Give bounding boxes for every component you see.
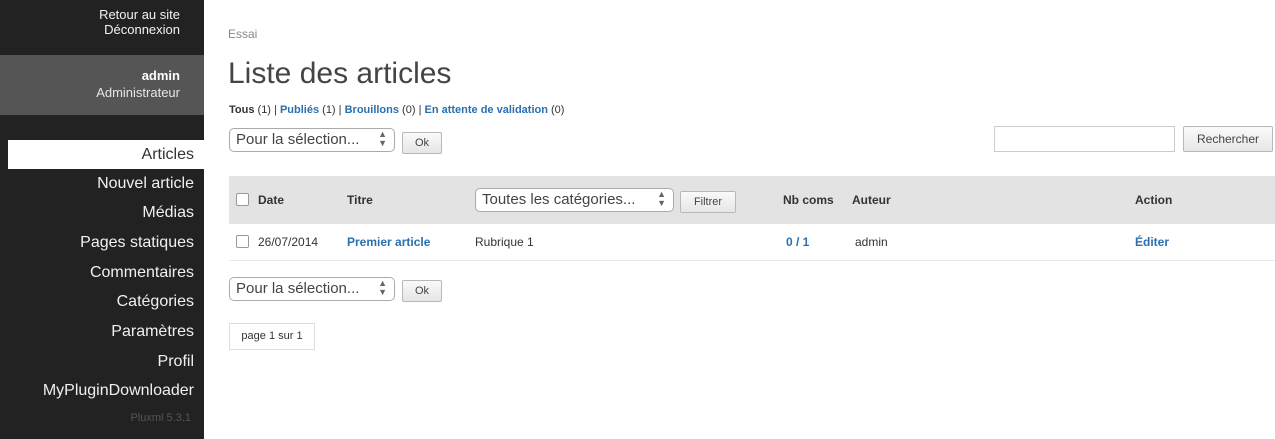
column-header-title[interactable]: Titre — [347, 193, 373, 207]
column-header-nb-coms: Nb coms — [783, 193, 834, 207]
sidebar-item-myplugindownloader[interactable]: MyPluginDownloader — [43, 382, 194, 400]
status-filters: Tous (1) | Publiés (1) | Brouillons (0) … — [229, 104, 564, 116]
select-arrows-icon: ▲ ▼ — [378, 129, 387, 148]
filter-all-count: (1) — [257, 104, 271, 116]
bulk-action-select-bottom[interactable]: Pour la sélection... ▲ ▼ — [229, 277, 395, 301]
filter-drafts-count: (0) — [402, 104, 416, 116]
sidebar-item-settings[interactable]: Paramètres — [111, 323, 194, 341]
filter-published-count: (1) — [322, 104, 336, 116]
sidebar-item-comments[interactable]: Commentaires — [90, 264, 194, 282]
row-checkbox[interactable] — [236, 235, 249, 248]
table-header: Date Titre Toutes les catégories... ▲ ▼ F… — [229, 176, 1275, 224]
user-role: Administrateur — [96, 85, 180, 100]
ok-button-bottom[interactable]: Ok — [402, 280, 442, 302]
column-header-author: Auteur — [852, 193, 891, 207]
filter-published[interactable]: Publiés — [280, 104, 319, 116]
filter-button[interactable]: Filtrer — [680, 191, 736, 213]
breadcrumb: Essai — [228, 27, 258, 41]
sidebar-item-categories[interactable]: Catégories — [117, 293, 194, 311]
sidebar-item-label: Articles — [141, 146, 194, 163]
page-title: Liste des articles — [228, 57, 452, 90]
user-box: admin Administrateur — [0, 55, 204, 115]
pagination-info: page 1 sur 1 — [229, 323, 315, 350]
filter-pending[interactable]: En attente de validation — [424, 104, 547, 116]
sidebar: Retour au site Déconnexion admin Adminis… — [0, 0, 204, 439]
column-header-action: Action — [1135, 193, 1173, 207]
select-all-checkbox[interactable] — [236, 193, 249, 206]
sidebar-item-new-article[interactable]: Nouvel article — [97, 175, 194, 193]
filter-all[interactable]: Tous — [229, 104, 254, 116]
row-comments-link[interactable]: 0 / 1 — [786, 235, 809, 249]
category-select[interactable]: Toutes les catégories... ▲ ▼ — [475, 188, 674, 212]
user-name: admin — [141, 68, 180, 83]
sidebar-item-profile[interactable]: Profil — [158, 353, 194, 371]
ok-button-top[interactable]: Ok — [402, 132, 442, 154]
bulk-action-select-value: Pour la sélection... — [236, 131, 360, 148]
column-header-date[interactable]: Date — [258, 193, 284, 207]
sidebar-item-articles[interactable]: Articles — [8, 140, 204, 169]
select-arrows-icon: ▲ ▼ — [657, 189, 666, 208]
back-to-site-link[interactable]: Retour au site — [99, 7, 180, 22]
version-label: Pluxml 5.3.1 — [130, 412, 191, 424]
filter-separator: | — [274, 104, 277, 116]
row-author: admin — [855, 235, 888, 249]
bulk-action-select-value: Pour la sélection... — [236, 280, 360, 297]
sidebar-item-media[interactable]: Médias — [142, 204, 194, 222]
search-input[interactable] — [994, 126, 1175, 152]
search-button[interactable]: Rechercher — [1183, 126, 1273, 152]
sidebar-item-static-pages[interactable]: Pages statiques — [80, 234, 194, 252]
logout-link[interactable]: Déconnexion — [99, 22, 180, 37]
filter-separator: | — [418, 104, 422, 116]
table-row: 26/07/2014 Premier article Rubrique 1 0 … — [229, 224, 1275, 261]
bulk-action-select-top[interactable]: Pour la sélection... ▲ ▼ — [229, 128, 395, 152]
row-date: 26/07/2014 — [258, 235, 319, 249]
filter-pending-count: (0) — [551, 104, 565, 116]
row-category: Rubrique 1 — [475, 235, 534, 249]
row-edit-link[interactable]: Éditer — [1135, 235, 1169, 249]
filter-separator: | — [338, 104, 342, 116]
row-title-link[interactable]: Premier article — [347, 235, 430, 249]
category-select-value: Toutes les catégories... — [482, 191, 636, 208]
select-arrows-icon: ▲ ▼ — [378, 278, 387, 297]
top-links: Retour au site Déconnexion — [99, 7, 180, 37]
filter-drafts[interactable]: Brouillons — [345, 104, 399, 116]
